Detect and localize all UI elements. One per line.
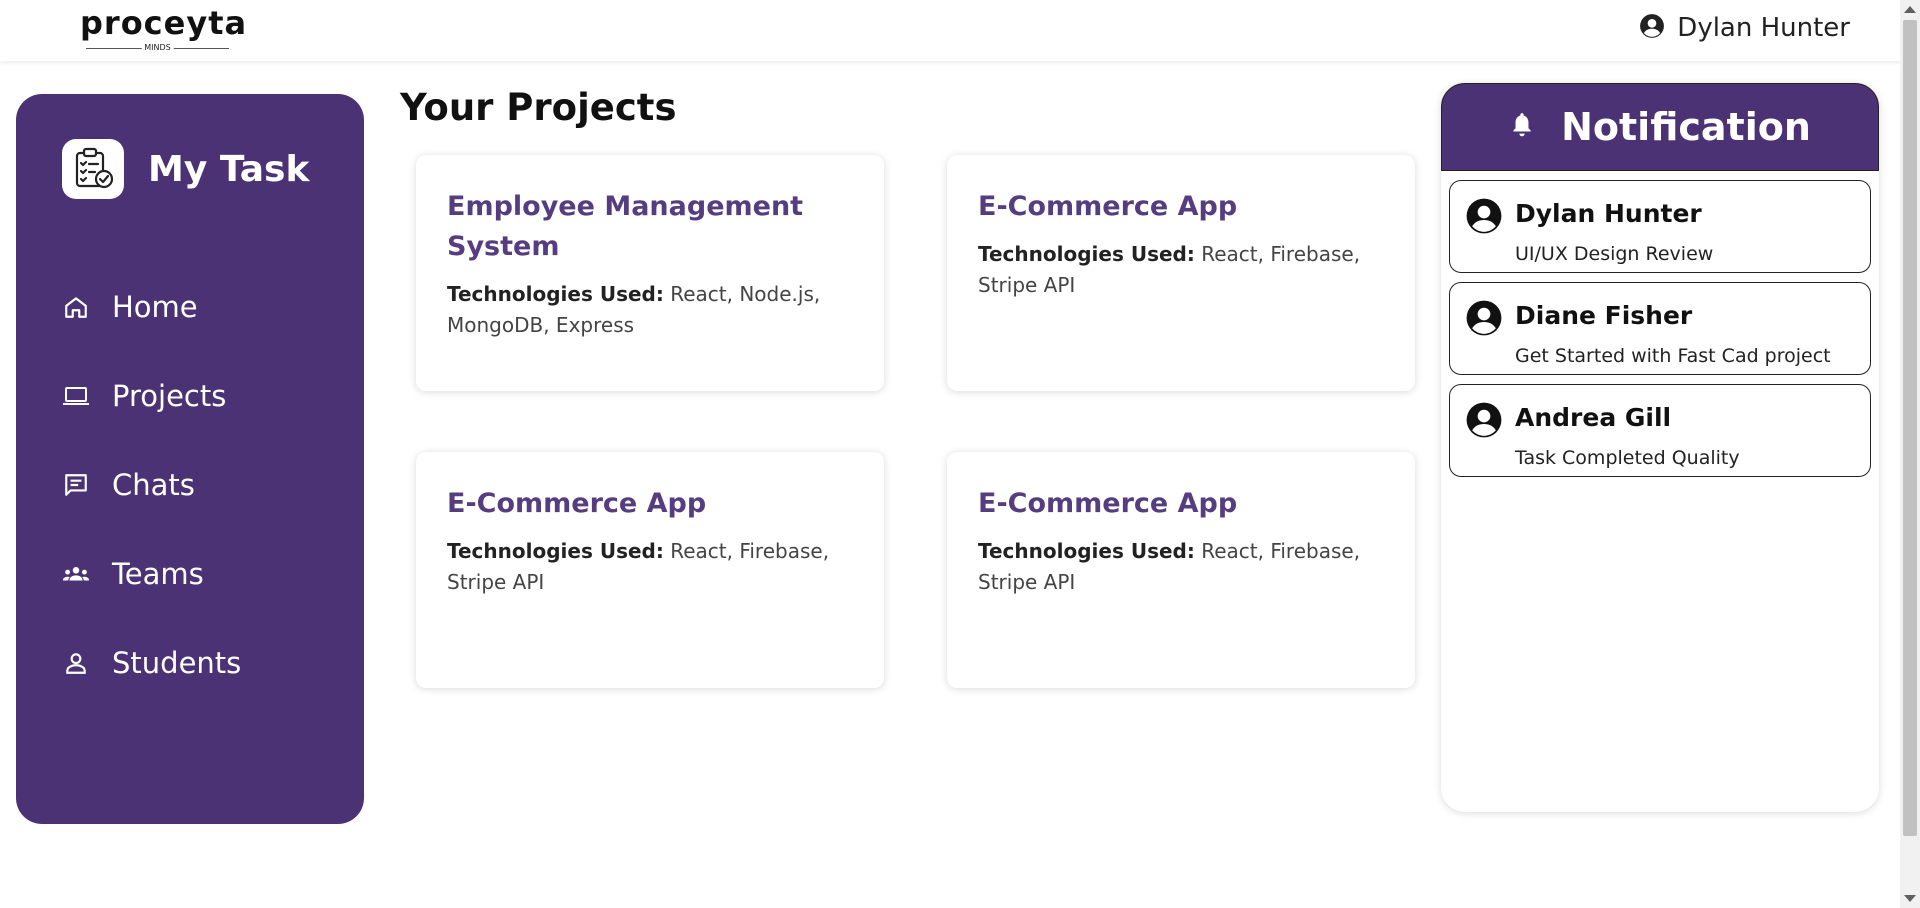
page-title: Your Projects: [400, 86, 677, 129]
project-technologies: Technologies Used: React, Firebase, Stri…: [978, 536, 1385, 598]
logo[interactable]: proceyta MINDS: [80, 4, 248, 54]
technologies-label: Technologies Used:: [447, 539, 664, 563]
laptop-icon: [62, 382, 90, 410]
sidebar-item-label: Projects: [112, 378, 227, 413]
sidebar-item-label: Teams: [112, 556, 204, 591]
notification-title: Notification: [1561, 105, 1811, 149]
brand-title: My Task: [148, 148, 310, 190]
sidebar: My Task Home Projects Chats Teams Studen…: [16, 94, 364, 824]
group-icon: [62, 560, 90, 588]
clipboard-check-icon: [62, 139, 124, 199]
bell-icon: [1509, 111, 1535, 143]
account-circle-icon: [1639, 13, 1665, 43]
notification-item[interactable]: Andrea Gill Task Completed Quality: [1449, 384, 1871, 477]
project-title: E-Commerce App: [447, 488, 707, 519]
project-card[interactable]: E-Commerce App Technologies Used: React,…: [416, 452, 884, 688]
notification-panel: Notification Dylan Hunter UI/UX Design R…: [1441, 83, 1879, 812]
chat-icon: [62, 471, 90, 499]
scroll-down-arrow-icon[interactable]: [1904, 895, 1916, 902]
person-icon: [62, 649, 90, 677]
account-circle-icon: [1465, 197, 1503, 239]
logo-wordmark: proceyta: [80, 4, 248, 42]
project-title: E-Commerce App: [978, 488, 1238, 519]
scroll-up-arrow-icon[interactable]: [1904, 6, 1916, 13]
notification-sender: Dylan Hunter: [1515, 199, 1702, 228]
project-technologies: Technologies Used: React, Node.js, Mongo…: [447, 279, 854, 341]
technologies-label: Technologies Used:: [978, 539, 1195, 563]
sidebar-item-teams[interactable]: Teams: [62, 529, 241, 618]
project-technologies: Technologies Used: React, Firebase, Stri…: [447, 536, 854, 598]
notification-item[interactable]: Diane Fisher Get Started with Fast Cad p…: [1449, 282, 1871, 375]
technologies-label: Technologies Used:: [447, 282, 664, 306]
sidebar-item-projects[interactable]: Projects: [62, 351, 241, 440]
top-bar: proceyta MINDS Dylan Hunter: [0, 0, 1900, 61]
technologies-label: Technologies Used:: [978, 242, 1195, 266]
sidebar-item-chats[interactable]: Chats: [62, 440, 241, 529]
project-card[interactable]: Employee Management System Technologies …: [416, 155, 884, 391]
project-technologies: Technologies Used: React, Firebase, Stri…: [978, 239, 1385, 301]
project-card[interactable]: E-Commerce App Technologies Used: React,…: [947, 155, 1415, 391]
notification-item[interactable]: Dylan Hunter UI/UX Design Review: [1449, 180, 1871, 273]
user-menu[interactable]: Dylan Hunter: [1639, 13, 1850, 43]
notification-message: UI/UX Design Review: [1515, 243, 1714, 265]
notification-header: Notification: [1441, 83, 1879, 171]
scrollbar-thumb[interactable]: [1903, 20, 1917, 836]
sidebar-item-label: Students: [112, 645, 242, 680]
page-scrollbar[interactable]: [1900, 0, 1920, 908]
sidebar-item-label: Chats: [112, 467, 195, 502]
project-title: Employee Management System: [447, 191, 804, 262]
sidebar-nav: Home Projects Chats Teams Students: [62, 262, 241, 707]
sidebar-item-students[interactable]: Students: [62, 618, 241, 707]
notification-message: Get Started with Fast Cad project: [1515, 345, 1831, 367]
account-circle-icon: [1465, 299, 1503, 341]
logo-subtitle: MINDS: [141, 43, 174, 52]
sidebar-item-home[interactable]: Home: [62, 262, 241, 351]
notification-sender: Diane Fisher: [1515, 301, 1693, 330]
user-name: Dylan Hunter: [1677, 13, 1850, 43]
brand: My Task: [62, 139, 309, 199]
home-icon: [62, 293, 90, 321]
account-circle-icon: [1465, 401, 1503, 443]
project-title: E-Commerce App: [978, 191, 1238, 222]
notification-sender: Andrea Gill: [1515, 403, 1672, 432]
project-card[interactable]: E-Commerce App Technologies Used: React,…: [947, 452, 1415, 688]
notification-message: Task Completed Quality: [1515, 447, 1740, 469]
sidebar-item-label: Home: [112, 289, 198, 324]
